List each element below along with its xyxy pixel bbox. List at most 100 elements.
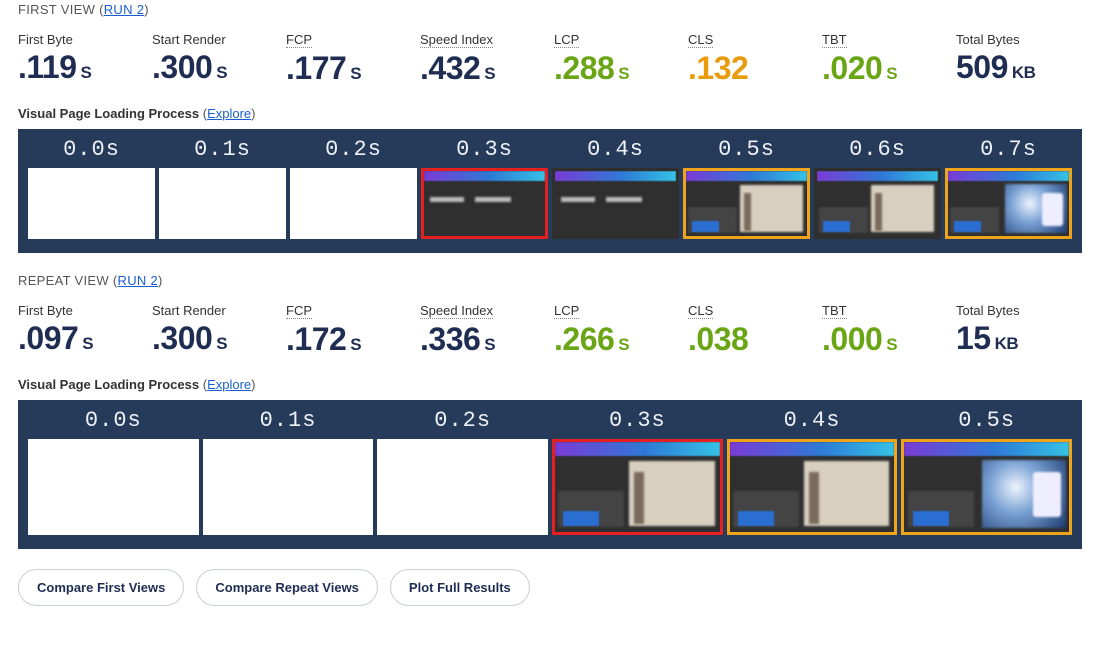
filmstrip-frame[interactable]: 0.5s	[901, 408, 1072, 535]
frame-time: 0.2s	[325, 137, 382, 162]
compare-repeat-views-button[interactable]: Compare Repeat Views	[196, 569, 378, 606]
frame-time: 0.1s	[260, 408, 317, 433]
frame-time: 0.3s	[609, 408, 666, 433]
metric-value: 509KB	[956, 51, 1082, 85]
first-view-metrics: First Byte.119SStart Render.300SFCP.177S…	[18, 31, 1082, 86]
metric-value: .132	[688, 52, 814, 86]
frame-time: 0.0s	[63, 137, 120, 162]
metric-unit: KB	[1012, 63, 1036, 82]
frame-thumbnail[interactable]	[421, 168, 548, 239]
metric-value: .300S	[152, 322, 278, 356]
metric-label: CLS	[688, 303, 713, 319]
metric-unit: S	[618, 335, 629, 354]
frame-time: 0.7s	[980, 137, 1037, 162]
frame-thumbnail[interactable]	[552, 439, 723, 535]
metric-tbt: TBT.020S	[822, 31, 948, 86]
frame-thumbnail[interactable]	[552, 168, 679, 239]
filmstrip-frame[interactable]: 0.0s	[28, 137, 155, 239]
first-view-visual-heading: Visual Page Loading Process (Explore)	[18, 106, 1082, 121]
first-view-section: FIRST VIEW (RUN 2) First Byte.119SStart …	[18, 2, 1082, 253]
filmstrip-frame[interactable]: 0.3s	[421, 137, 548, 239]
metric-cls: CLS .038	[688, 302, 814, 357]
metric-total-bytes: Total Bytes 509KB	[956, 31, 1082, 86]
compare-first-views-button[interactable]: Compare First Views	[18, 569, 184, 606]
metric-value: .172S	[286, 323, 412, 357]
metric-value: .177S	[286, 52, 412, 86]
metric-unit: S	[886, 335, 897, 354]
metric-lcp: LCP.266S	[554, 302, 680, 357]
repeat-view-visual-heading: Visual Page Loading Process (Explore)	[18, 377, 1082, 392]
repeat-view-run-link[interactable]: RUN 2	[118, 273, 159, 288]
metric-speed-index: Speed Index.432S	[420, 31, 546, 86]
first-view-filmstrip: 0.0s 0.1s 0.2s 0.3s 0.4s 0.5s 0.6s 0.7s	[18, 129, 1082, 253]
filmstrip-frame[interactable]: 0.6s	[814, 137, 941, 239]
filmstrip-frame[interactable]: 0.2s	[377, 408, 548, 535]
frame-time: 0.5s	[958, 408, 1015, 433]
frame-thumbnail[interactable]	[28, 439, 199, 535]
frame-thumbnail[interactable]	[377, 439, 548, 535]
metric-value: .119S	[18, 51, 144, 85]
frame-time: 0.1s	[194, 137, 251, 162]
metric-value: .266S	[554, 323, 680, 357]
first-view-run-link[interactable]: RUN 2	[104, 2, 145, 17]
metric-value: 15KB	[956, 322, 1082, 356]
frame-thumbnail[interactable]	[290, 168, 417, 239]
metric-value: .038	[688, 323, 814, 357]
first-view-title-text: FIRST VIEW	[18, 2, 95, 17]
metric-first-byte: First Byte .097S	[18, 302, 144, 357]
metric-label: Total Bytes	[956, 32, 1020, 47]
metric-value: .432S	[420, 52, 546, 86]
filmstrip-frame[interactable]: 0.7s	[945, 137, 1072, 239]
filmstrip-frame[interactable]: 0.0s	[28, 408, 199, 535]
metric-label: First Byte	[18, 303, 73, 318]
metric-unit: S	[82, 334, 93, 353]
metric-label: FCP	[286, 303, 312, 319]
filmstrip-frame[interactable]: 0.4s	[552, 137, 679, 239]
metric-value: .000S	[822, 323, 948, 357]
frame-thumbnail[interactable]	[683, 168, 810, 239]
frame-thumbnail[interactable]	[203, 439, 374, 535]
first-visual-label: Visual Page Loading Process	[18, 106, 199, 121]
frame-time: 0.6s	[849, 137, 906, 162]
metric-cls: CLS.132	[688, 31, 814, 86]
metric-unit: S	[216, 334, 227, 353]
filmstrip-frame[interactable]: 0.2s	[290, 137, 417, 239]
metric-speed-index: Speed Index.336S	[420, 302, 546, 357]
metric-lcp: LCP .288S	[554, 31, 680, 86]
metric-unit: S	[350, 335, 361, 354]
plot-full-results-button[interactable]: Plot Full Results	[390, 569, 530, 606]
metric-unit: S	[484, 64, 495, 83]
paren-close: )	[144, 2, 149, 17]
frame-thumbnail[interactable]	[901, 439, 1072, 535]
repeat-view-filmstrip: 0.0s 0.1s 0.2s 0.3s 0.4s 0.5s	[18, 400, 1082, 549]
metric-label: Total Bytes	[956, 303, 1020, 318]
first-explore-link[interactable]: Explore	[207, 106, 251, 121]
metric-start-render: Start Render.300S	[152, 302, 278, 357]
metric-label: FCP	[286, 32, 312, 48]
frame-thumbnail[interactable]	[814, 168, 941, 239]
filmstrip-frame[interactable]: 0.1s	[203, 408, 374, 535]
metric-value: .288S	[554, 52, 680, 86]
frame-thumbnail[interactable]	[727, 439, 898, 535]
metric-start-render: Start Render.300S	[152, 31, 278, 86]
paren-close: )	[158, 273, 163, 288]
frame-time: 0.3s	[456, 137, 513, 162]
repeat-view-section: REPEAT VIEW (RUN 2) First Byte.097SStart…	[18, 273, 1082, 549]
repeat-explore-link[interactable]: Explore	[207, 377, 251, 392]
frame-time: 0.5s	[718, 137, 775, 162]
metric-value: .097S	[18, 322, 144, 356]
frame-thumbnail[interactable]	[28, 168, 155, 239]
metric-unit: S	[350, 64, 361, 83]
metric-label: TBT	[822, 32, 847, 48]
frame-thumbnail[interactable]	[159, 168, 286, 239]
metric-unit: KB	[995, 334, 1019, 353]
metric-unit: S	[484, 335, 495, 354]
frame-thumbnail[interactable]	[945, 168, 1072, 239]
frame-time: 0.2s	[434, 408, 491, 433]
filmstrip-frame[interactable]: 0.4s	[727, 408, 898, 535]
metric-label: LCP	[554, 32, 579, 48]
filmstrip-frame[interactable]: 0.5s	[683, 137, 810, 239]
filmstrip-frame[interactable]: 0.1s	[159, 137, 286, 239]
frame-time: 0.4s	[587, 137, 644, 162]
filmstrip-frame[interactable]: 0.3s	[552, 408, 723, 535]
